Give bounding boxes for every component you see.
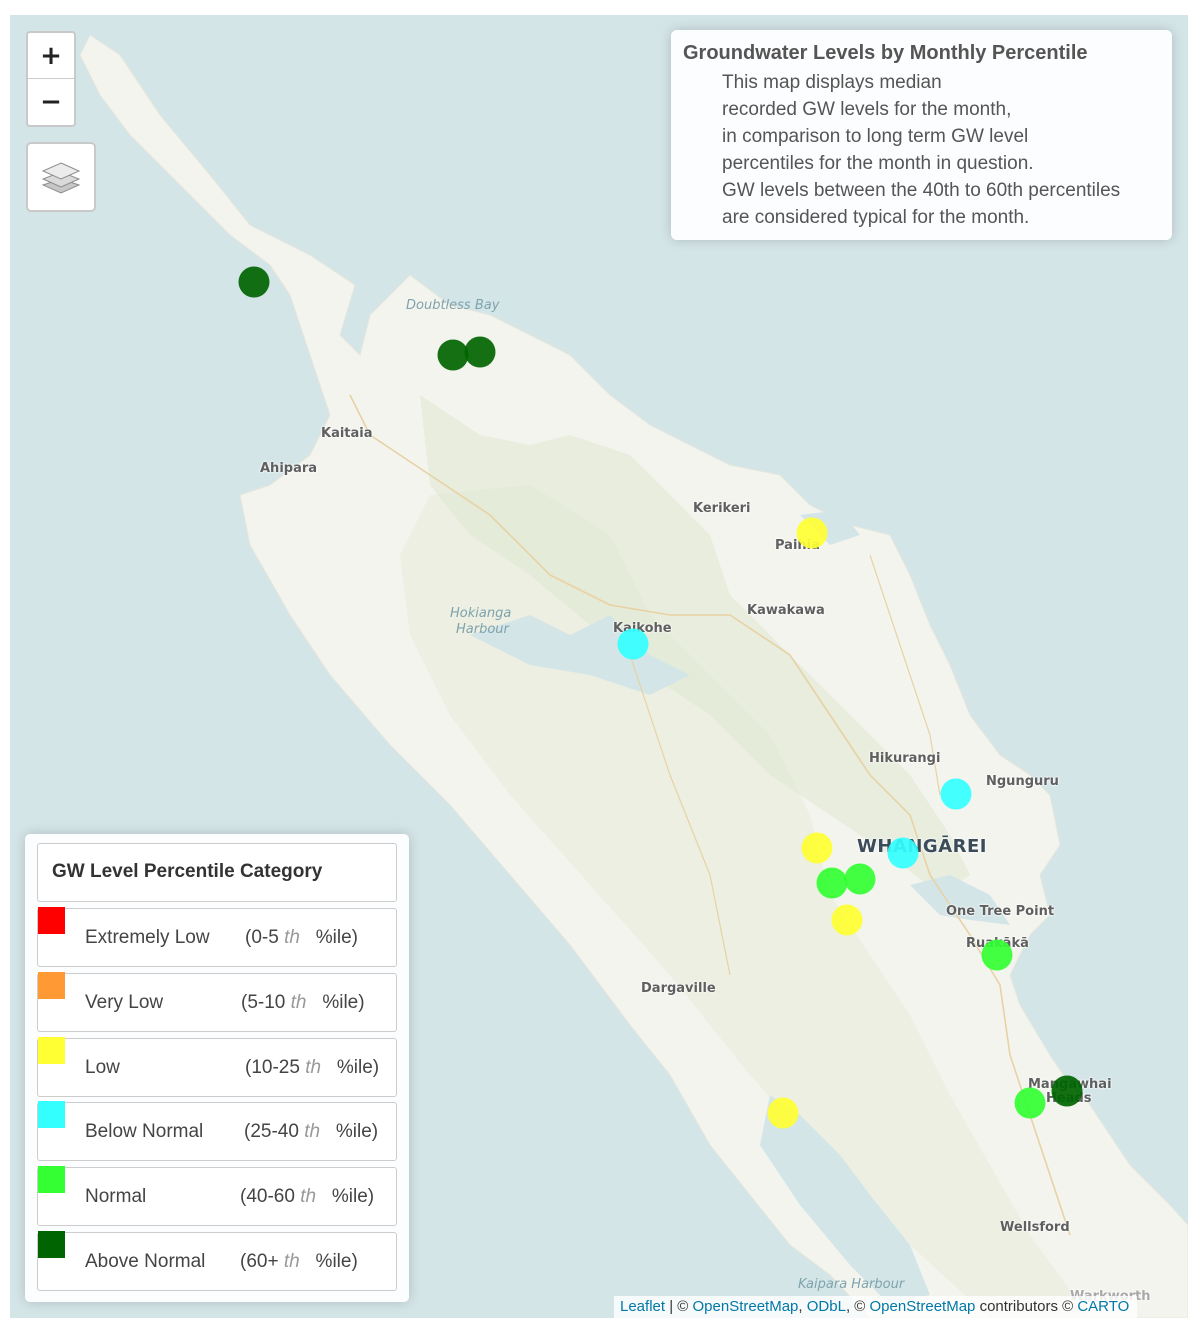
gw-marker-north-west-coast[interactable]	[238, 266, 270, 298]
place-kerikeri: Kerikeri	[693, 501, 751, 516]
legend-item-name: Very Low	[85, 992, 164, 1013]
legend-item-name: Extremely Low	[85, 927, 210, 948]
legend-swatch	[38, 1166, 65, 1193]
info-panel: Groundwater Levels by Monthly Percentile…	[671, 30, 1172, 240]
legend-title: GW Level Percentile Category	[52, 861, 323, 882]
carto-link[interactable]: CARTO	[1077, 1298, 1129, 1315]
legend-swatch	[38, 1231, 65, 1258]
place-kawakawa: Kawakawa	[747, 603, 825, 618]
gw-marker-mangawhai-1[interactable]	[1014, 1087, 1046, 1119]
legend-item-very-low: Very Low (5-10 th %ile)	[37, 972, 397, 1032]
info-line: recorded GW levels for the month,	[722, 99, 1012, 120]
map-attribution: Leaflet | © OpenStreetMap, ODbL, © OpenS…	[614, 1296, 1138, 1318]
osm-contributors-link[interactable]: OpenStreetMap	[870, 1298, 976, 1315]
info-title: Groundwater Levels by Monthly Percentile	[683, 42, 1088, 64]
leaflet-link[interactable]: Leaflet	[620, 1298, 665, 1315]
gw-marker-mangawhai-2[interactable]	[1051, 1075, 1083, 1107]
place-ahipara: Ahipara	[260, 461, 318, 476]
legend-item-name: Normal	[85, 1186, 147, 1207]
gw-marker-ngunguru[interactable]	[940, 778, 972, 810]
legend-item-range: (40-60 th %ile)	[240, 1186, 375, 1207]
info-line: This map displays median	[722, 72, 942, 93]
gw-marker-kaipara-north[interactable]	[767, 1097, 799, 1129]
info-line: GW levels between the 40th to 60th perce…	[722, 180, 1121, 201]
odbl-link[interactable]: ODbL	[807, 1298, 846, 1315]
gw-marker-whangarei-sw-1[interactable]	[816, 867, 848, 899]
info-line: are considered typical for the month.	[722, 207, 1030, 228]
water-kaipara-harbour: Kaipara Harbour	[798, 1277, 905, 1292]
gw-marker-kaikohe[interactable]	[617, 628, 649, 660]
gw-marker-ruakaka[interactable]	[981, 939, 1013, 971]
legend-swatch	[38, 1037, 65, 1064]
gw-marker-whangarei-west[interactable]	[801, 832, 833, 864]
layers-control-button[interactable]	[26, 142, 96, 212]
legend-item-name: Low	[85, 1057, 120, 1078]
legend-item-range: (0-5 th %ile)	[245, 927, 359, 948]
legend-item-range: (10-25 th %ile)	[245, 1057, 380, 1078]
place-kaitaia: Kaitaia	[321, 426, 373, 441]
zoom-in-button[interactable]: +	[28, 33, 74, 79]
legend-item-range: (60+ th %ile)	[240, 1251, 358, 1272]
legend-item-range: (5-10 th %ile)	[241, 992, 365, 1013]
legend-item-low: Low (10-25 th %ile)	[37, 1037, 397, 1097]
legend-item-above-normal: Above Normal (60+ th %ile)	[37, 1231, 397, 1291]
gw-marker-paihia[interactable]	[796, 517, 828, 549]
legend-item-normal: Normal (40-60 th %ile)	[37, 1166, 397, 1226]
gw-marker-whangarei[interactable]	[887, 837, 919, 869]
legend-header: GW Level Percentile Category	[37, 843, 397, 902]
place-ngunguru: Ngunguru	[986, 774, 1059, 789]
legend-item-name: Below Normal	[85, 1121, 204, 1142]
legend-item-below-normal: Below Normal (25-40 th %ile)	[37, 1101, 397, 1161]
place-whangarei: WHANGĀREI	[857, 836, 987, 857]
legend-item-extremely-low: Extremely Low (0-5 th %ile)	[37, 907, 397, 967]
water-doubtless-bay: Doubtless Bay	[406, 298, 500, 313]
water-hokianga: Hokianga	[450, 606, 512, 621]
zoom-out-button[interactable]: −	[28, 79, 74, 125]
layers-icon	[41, 162, 81, 194]
legend-panel: GW Level Percentile Category Extremely L…	[25, 834, 409, 1302]
water-hokianga-harbour: Harbour	[456, 622, 509, 637]
zoom-control: + −	[26, 31, 76, 127]
legend-item-name: Above Normal	[85, 1251, 206, 1272]
place-wellsford: Wellsford	[1000, 1220, 1070, 1235]
legend-swatch	[38, 972, 65, 999]
place-one-tree-point: One Tree Point	[946, 904, 1055, 919]
place-dargaville: Dargaville	[641, 981, 716, 996]
legend-swatch	[38, 1101, 65, 1128]
osm-link[interactable]: OpenStreetMap	[693, 1298, 799, 1315]
gw-marker-whangarei-south[interactable]	[831, 904, 863, 936]
gw-marker-whangarei-sw-2[interactable]	[844, 863, 876, 895]
info-line: in comparison to long term GW level	[722, 126, 1029, 147]
gw-marker-doubtless-bay-2[interactable]	[464, 336, 496, 368]
legend-item-range: (25-40 th %ile)	[244, 1121, 379, 1142]
place-hikurangi: Hikurangi	[869, 751, 941, 766]
info-line: percentiles for the month in question.	[722, 153, 1034, 174]
legend-swatch	[38, 907, 65, 934]
map-container[interactable]: Kaitaia Ahipara Kerikeri Paihia Kawakawa…	[10, 15, 1188, 1318]
